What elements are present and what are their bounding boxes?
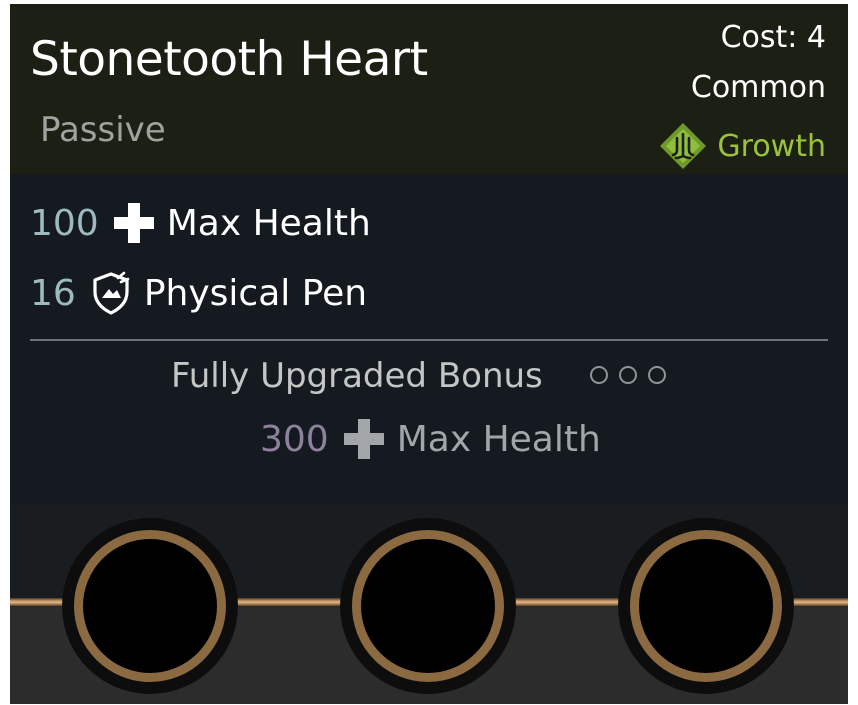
item-cost: Cost: 4 xyxy=(720,20,826,55)
upgrade-slot-2[interactable] xyxy=(340,518,516,694)
bonus-stat-value: 300 xyxy=(260,418,329,460)
slot-ring xyxy=(630,530,782,682)
school-label: Growth xyxy=(717,128,826,164)
upgrade-pip-2 xyxy=(619,366,637,384)
stat-value: 16 xyxy=(30,272,76,314)
upgrade-slots xyxy=(10,504,848,704)
stat-row-max-health: 100 Max Health xyxy=(30,200,371,246)
item-school: Growth xyxy=(659,122,826,170)
bonus-stat-row: 300 Max Health xyxy=(260,416,601,462)
stat-value: 100 xyxy=(30,202,99,244)
slot-ring xyxy=(74,530,226,682)
item-card: Stonetooth Heart Passive Cost: 4 Common xyxy=(10,4,848,704)
upgrade-progress-pips xyxy=(590,366,666,384)
stat-label: Physical Pen xyxy=(143,272,368,314)
card-header: Stonetooth Heart Passive Cost: 4 Common xyxy=(10,4,848,174)
item-rarity: Common xyxy=(690,70,826,105)
divider xyxy=(30,339,828,341)
growth-emblem-icon xyxy=(659,122,707,170)
upgrade-pip-1 xyxy=(590,366,608,384)
physical-pen-icon xyxy=(88,270,134,316)
plus-icon xyxy=(111,200,157,246)
upgrade-slot-1[interactable] xyxy=(62,518,238,694)
item-type: Passive xyxy=(40,110,166,150)
stat-label: Max Health xyxy=(166,202,371,244)
slot-ring xyxy=(352,530,504,682)
bonus-stat-label: Max Health xyxy=(396,418,601,460)
bonus-title: Fully Upgraded Bonus xyxy=(171,356,543,396)
item-name: Stonetooth Heart xyxy=(30,32,428,87)
upgrade-pip-3 xyxy=(648,366,666,384)
stat-row-physical-pen: 16 Physical Pen xyxy=(30,270,367,316)
plus-icon xyxy=(341,416,387,462)
upgrade-slot-3[interactable] xyxy=(618,518,794,694)
